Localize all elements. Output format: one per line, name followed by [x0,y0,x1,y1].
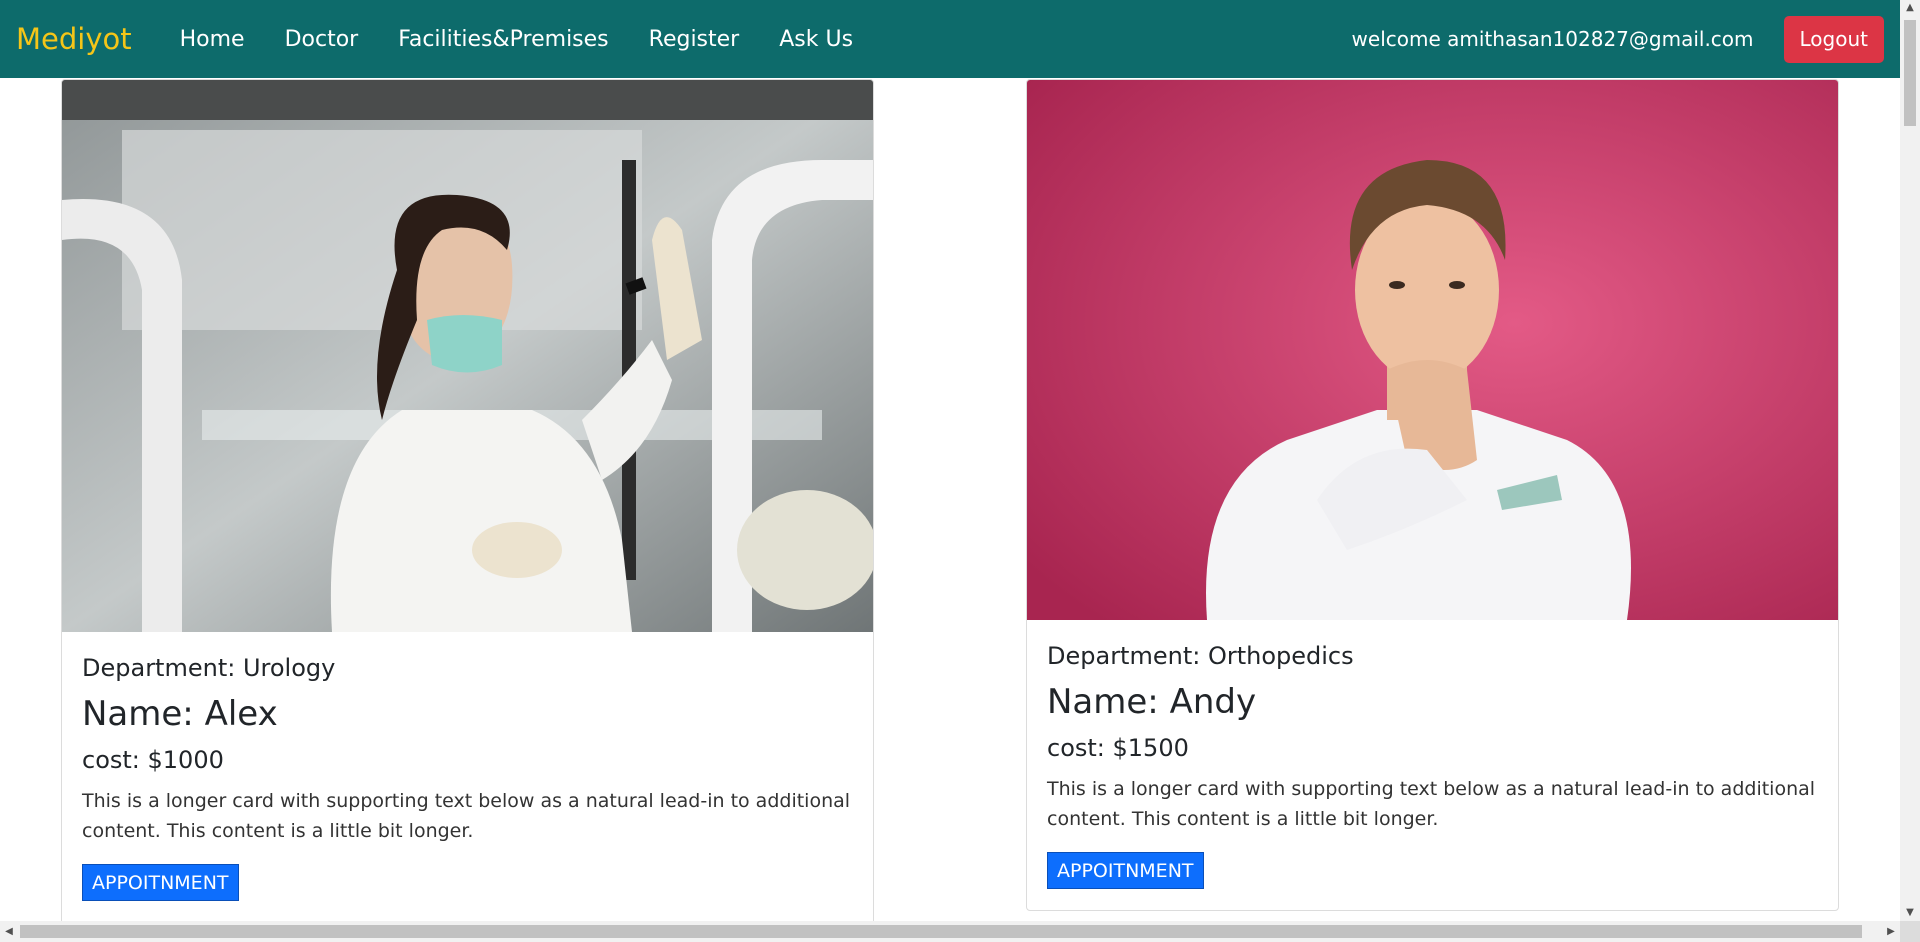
doctor-card: Department: Orthopedics Name: Andy cost:… [1026,79,1839,911]
doctor-name: Name: Andy [1047,682,1257,722]
nav-link-facilities[interactable]: Facilities&Premises [398,27,608,52]
welcome-text: welcome amithasan102827@gmail.com [1351,27,1754,51]
doctor-photo [1027,80,1838,620]
appointment-button[interactable]: APPOITNMENT [1047,852,1204,889]
vertical-scroll-thumb[interactable] [1904,20,1916,126]
scroll-down-icon[interactable]: ▼ [1900,905,1920,921]
card-body: Department: Orthopedics Name: Andy cost:… [1027,620,1838,889]
brand-logo[interactable]: Mediyot [16,22,132,56]
doctor-photo-andy [1027,80,1838,620]
card-body: Department: Urology Name: Alex cost: $10… [62,632,873,901]
nav-link-home[interactable]: Home [180,27,245,52]
doctor-card: Department: Urology Name: Alex cost: $10… [61,79,874,921]
doctor-cards-area: Department: Urology Name: Alex cost: $10… [0,78,1900,921]
top-navbar: Mediyot Home Doctor Facilities&Premises … [0,0,1900,78]
department-label: Department: Urology [82,654,336,682]
logout-button[interactable]: Logout [1783,15,1884,63]
horizontal-scrollbar[interactable]: ◀ ▶ [0,921,1920,942]
scroll-left-icon[interactable]: ◀ [0,921,18,942]
horizontal-scroll-thumb[interactable] [20,925,1862,938]
doctor-photo [62,80,873,632]
card-description: This is a longer card with supporting te… [1047,778,1816,830]
nav-link-ask-us[interactable]: Ask Us [779,27,853,52]
cost-label: cost: $1500 [1047,734,1189,762]
vertical-scrollbar[interactable]: ▲ ▼ [1900,0,1920,921]
doctor-name: Name: Alex [82,694,278,734]
scroll-up-icon[interactable]: ▲ [1900,0,1920,16]
nav-link-register[interactable]: Register [649,27,740,52]
nav-links: Home Doctor Facilities&Premises Register… [160,27,873,52]
nav-link-doctor[interactable]: Doctor [285,27,359,52]
nav-right: welcome amithasan102827@gmail.com Logout [1351,15,1884,63]
doctor-photo-alex [62,80,873,632]
scroll-right-icon[interactable]: ▶ [1882,921,1900,942]
department-label: Department: Orthopedics [1047,642,1354,670]
cost-label: cost: $1000 [82,746,224,774]
appointment-button[interactable]: APPOITNMENT [82,864,239,901]
scrollbar-corner [1900,921,1920,942]
card-description: This is a longer card with supporting te… [82,790,851,842]
